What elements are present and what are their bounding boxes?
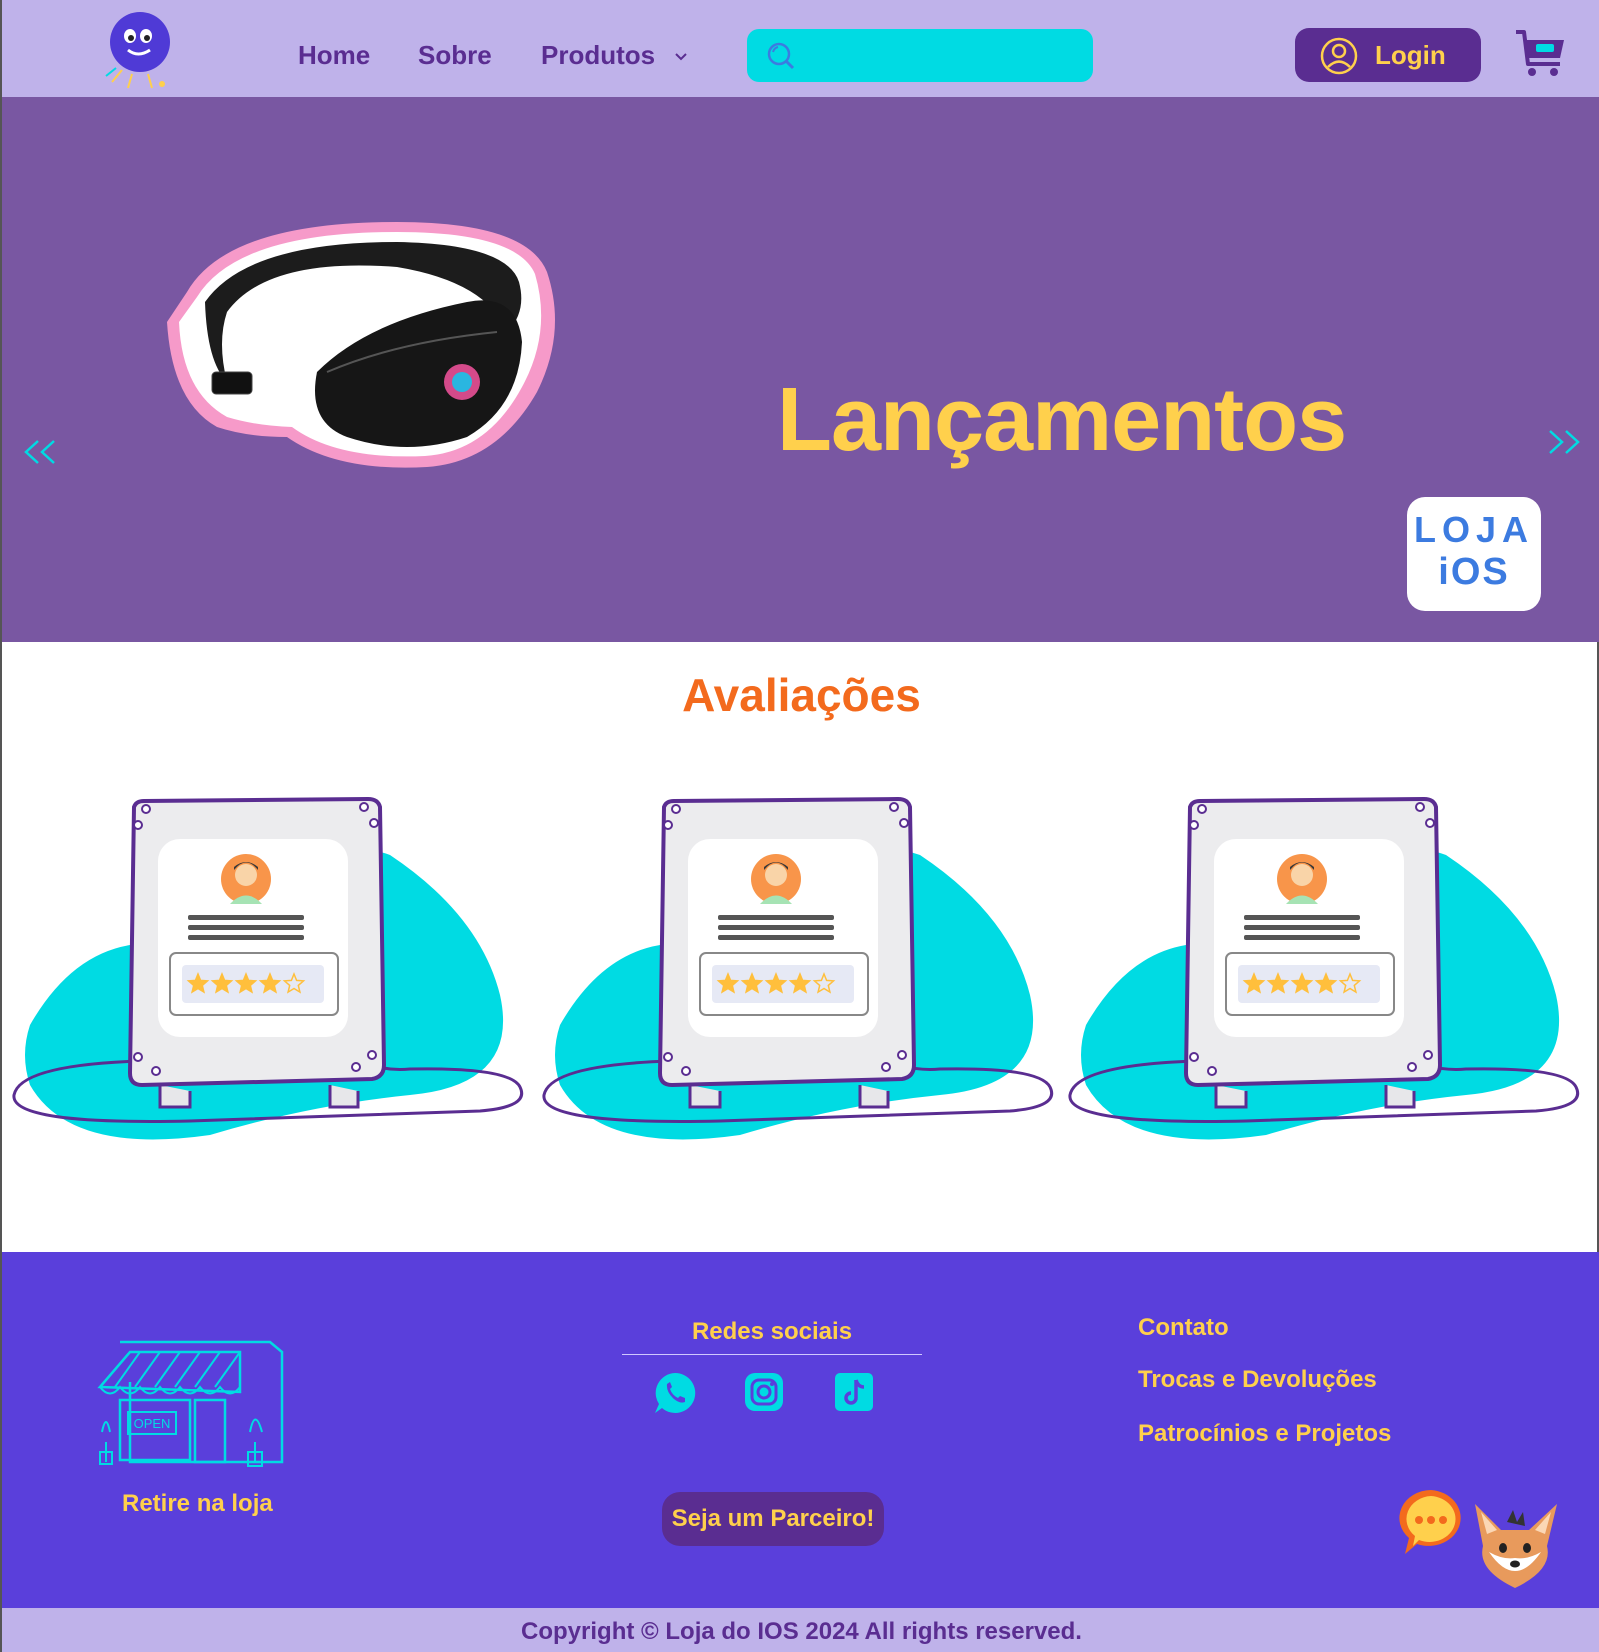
device-screw [141, 804, 151, 814]
tiktok-icon[interactable] [832, 1370, 876, 1414]
chat-bubble-icon[interactable] [1395, 1488, 1469, 1558]
hero-title: Lançamentos [777, 370, 1347, 470]
text-line [718, 925, 834, 930]
whatsapp-icon[interactable] [652, 1370, 698, 1416]
social-title: Redes sociais [691, 1318, 853, 1345]
nav-sobre[interactable]: Sobre [418, 40, 492, 71]
device-screw [351, 1062, 361, 1072]
review-card [540, 795, 1060, 1165]
review-card [10, 795, 530, 1165]
store-front-icon: OPEN [97, 1340, 284, 1467]
text-line [188, 915, 304, 920]
footer-link-patrocinios[interactable]: Patrocínios e Projetos [1138, 1420, 1391, 1448]
instagram-icon[interactable] [742, 1370, 786, 1414]
fox-mascot-icon[interactable] [1467, 1500, 1563, 1592]
badge-line-2: iOS [1438, 551, 1510, 593]
nav-produtos[interactable]: Produtos [541, 40, 688, 71]
review-illustration [1068, 796, 1580, 1140]
avatar-face [1291, 864, 1313, 886]
carousel-prev-icon[interactable] [22, 437, 62, 467]
device-screw [1189, 820, 1199, 830]
device-screw [1407, 1062, 1417, 1072]
device-screw [663, 1052, 673, 1062]
device-screw [899, 818, 909, 828]
device-screw [1197, 804, 1207, 814]
carousel-next-icon[interactable] [1542, 427, 1582, 457]
login-label: Login [1375, 40, 1446, 70]
avatar-face [235, 864, 257, 886]
review-card [1066, 795, 1586, 1165]
store-pickup-label: Retire na loja [122, 1490, 273, 1517]
copyright: Copyright © Loja do IOS 2024 All rights … [2, 1608, 1599, 1652]
login-button[interactable]: Login [1295, 28, 1481, 82]
text-line [1244, 915, 1360, 920]
text-line [188, 935, 304, 940]
device-screw [367, 1050, 377, 1060]
device-screw [133, 1052, 143, 1062]
text-line [1244, 935, 1360, 940]
device-screw [897, 1050, 907, 1060]
device-screw [359, 802, 369, 812]
reviews-title: Avaliações [682, 669, 921, 721]
search-icon[interactable] [765, 40, 797, 72]
social-divider [622, 1354, 922, 1355]
device-screw [663, 820, 673, 830]
cart-icon[interactable] [1514, 28, 1566, 80]
device-screw [151, 1066, 161, 1076]
store-sign: OPEN [134, 1416, 171, 1431]
text-line [718, 915, 834, 920]
device-screw [1207, 1066, 1217, 1076]
nav-produtos-label: Produtos [541, 40, 656, 70]
loja-ios-badge: LOJA iOS [1407, 497, 1541, 611]
device-screw [681, 1066, 691, 1076]
device-screw [671, 804, 681, 814]
footer: OPEN Retire na loja Redes sociais Seja u… [2, 1252, 1599, 1608]
review-illustration [542, 796, 1054, 1140]
smiley-mascot-logo[interactable] [102, 10, 178, 92]
text-line [718, 935, 834, 940]
device-screw [1189, 1052, 1199, 1062]
top-navbar: Home Sobre Produtos Login [2, 0, 1599, 97]
badge-line-1: LOJA [1413, 509, 1534, 550]
partner-button[interactable]: Seja um Parceiro! [662, 1492, 884, 1546]
device-screw [889, 802, 899, 812]
chevron-down-icon [675, 53, 688, 61]
footer-link-trocas[interactable]: Trocas e Devoluções [1138, 1366, 1377, 1394]
footer-link-contato[interactable]: Contato [1138, 1314, 1229, 1342]
device-screw [1423, 1050, 1433, 1060]
search-input[interactable] [747, 29, 1093, 82]
device-screw [1425, 818, 1435, 828]
device-screw [1415, 802, 1425, 812]
nav-home[interactable]: Home [298, 40, 370, 71]
device-screw [133, 820, 143, 830]
waist-bag-image [167, 222, 555, 468]
avatar-face [765, 864, 787, 886]
hero-banner: Lançamentos LOJA iOS [2, 97, 1599, 642]
review-illustration [12, 796, 524, 1140]
text-line [188, 925, 304, 930]
device-screw [369, 818, 379, 828]
page: Home Sobre Produtos Login Lançamentos LO… [0, 0, 1599, 1652]
user-circle-icon [1320, 37, 1358, 75]
device-screw [881, 1062, 891, 1072]
text-line [1244, 925, 1360, 930]
